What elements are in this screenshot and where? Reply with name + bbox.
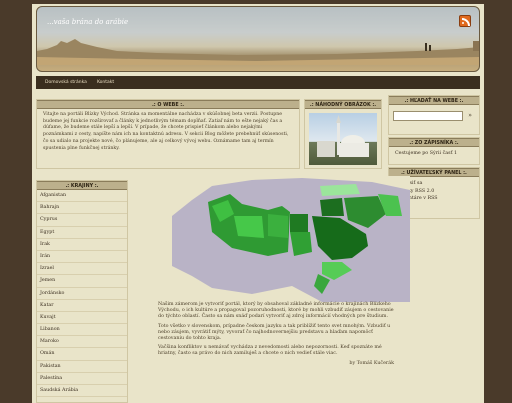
country-item-izrael[interactable]: Izrael	[37, 263, 127, 276]
search-submit-icon[interactable]: »	[465, 111, 475, 121]
about-panel: .: O WEBE :. Vitajte na portáli Blízky V…	[36, 99, 300, 169]
nav-contact-link[interactable]: Kontakt	[92, 80, 119, 85]
nav-home-link[interactable]: Domovská stránka	[40, 80, 92, 85]
article-signature: by Tomáš Kučerák	[349, 360, 394, 366]
country-item-iran[interactable]: Irán	[37, 251, 127, 264]
search-input[interactable]	[393, 111, 464, 121]
map-region-egypt	[290, 214, 308, 232]
site-header: ...vaša brána do arábie	[36, 6, 480, 72]
page-wrapper: ...vaša brána do arábie Domovská stránka…	[32, 4, 484, 403]
country-item-katar[interactable]: Katar	[37, 300, 127, 312]
article-paragraph-2: Toto všetko v slovenskom, prípadne česko…	[158, 323, 391, 342]
article-paragraph-1: Našim zámerom je vytvoriť portál, ktorý …	[158, 302, 394, 320]
country-item-palestina[interactable]: Palestína	[37, 373, 127, 385]
search-panel: .: HĽADAŤ NA WEBE :. »	[388, 95, 480, 135]
notebook-panel-title: .: ZO ZÁPISNÍKA :.	[389, 138, 479, 147]
country-item-bahrajn[interactable]: Bahrajn	[37, 202, 127, 215]
main-nav: Domovská stránka Kontakt	[36, 76, 480, 89]
random-image-panel: .: NÁHODNÝ OBRÁZOK :.	[304, 99, 382, 169]
about-panel-title: .: O WEBE :.	[37, 100, 299, 109]
notebook-panel: .: ZO ZÁPISNÍKA :. Cestujeme po Sýrii ča…	[388, 137, 480, 165]
country-item-jordansko[interactable]: Jordánsko	[37, 288, 127, 300]
country-item-pakistan[interactable]: Pakistan	[37, 361, 127, 373]
country-item-irak[interactable]: Irak	[37, 239, 127, 251]
notebook-link[interactable]: Cestujeme po Sýrii časť 1	[389, 147, 479, 160]
about-text: Vitajte na portáli Blízky Východ. Stránk…	[43, 112, 289, 151]
random-mosque-photo[interactable]	[309, 113, 377, 165]
country-item-maroko[interactable]: Maroko	[37, 336, 127, 349]
country-item-jemen[interactable]: Jemen	[37, 275, 127, 288]
intro-article: Našim zámerom je vytvoriť portál, ktorý …	[158, 302, 394, 402]
country-item-afganistan[interactable]: Afganistan	[37, 190, 127, 203]
country-item-saudska-arabia[interactable]: Saudská Arábia	[37, 385, 127, 398]
article-paragraph-3: Vačšina konfliktov u nemávať vychádza z …	[158, 345, 382, 357]
random-image-title: .: NÁHODNÝ OBRÁZOK :.	[305, 100, 381, 109]
country-item-cyprus[interactable]: Cyprus	[37, 214, 127, 227]
rss-icon[interactable]	[459, 15, 471, 27]
country-item-libanon[interactable]: Libanon	[37, 324, 127, 337]
country-item-kuvajt[interactable]: Kuvajt	[37, 312, 127, 325]
country-item-oman[interactable]: Omán	[37, 348, 127, 361]
search-panel-title: .: HĽADAŤ NA WEBE :.	[389, 96, 479, 105]
header-landscape-image	[37, 39, 479, 65]
country-item-egypt[interactable]: Egypt	[37, 227, 127, 239]
countries-panel: .: KRAJINY :. Afganistan Bahrajn Cyprus …	[36, 180, 128, 403]
site-tagline: ...vaša brána do arábie	[47, 18, 129, 26]
countries-panel-title: .: KRAJINY :.	[37, 181, 127, 190]
map-region-turkey	[320, 184, 360, 196]
middle-east-map[interactable]	[172, 176, 410, 302]
